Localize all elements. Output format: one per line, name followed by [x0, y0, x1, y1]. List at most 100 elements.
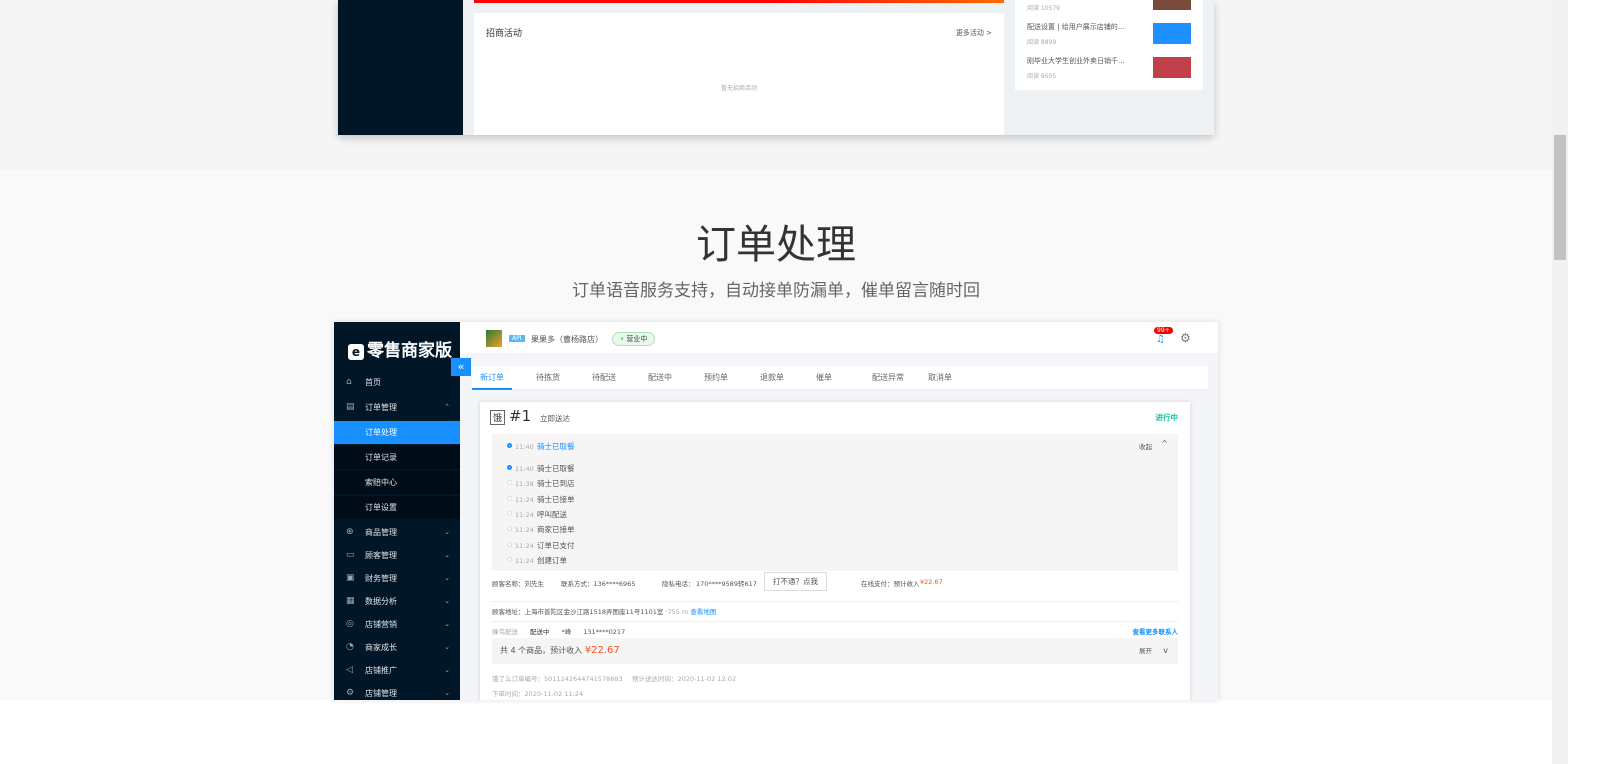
sidebar-item-label: 订单设置: [365, 503, 397, 512]
notification-count: 99+: [1154, 327, 1173, 334]
sidebar-item[interactable]: ▤ 订单管理 ⌃: [334, 396, 460, 419]
tab[interactable]: 新订单: [472, 366, 512, 390]
store-name[interactable]: 果果多（曹杨路店）: [531, 334, 603, 345]
sidebar-item[interactable]: ◁ 店铺推广 ⌄: [334, 659, 460, 682]
tab[interactable]: 退款单: [760, 366, 784, 390]
order-id: 饿了么订单编号：5011242644741578883: [492, 675, 623, 683]
menu-icon: ▣: [346, 573, 355, 583]
sidebar-item[interactable]: ◔ 商家成长 ⌄: [334, 636, 460, 659]
store-status-badge[interactable]: • 营业中: [612, 332, 656, 346]
sidebar-item[interactable]: ▣ 财务管理 ⌄: [334, 567, 460, 590]
rider-phone: 131****0217: [583, 628, 626, 636]
sidebar-item-label: 首页: [365, 378, 381, 387]
sidebar-item-label: 商品管理: [365, 528, 397, 537]
tab[interactable]: 待拣货: [536, 366, 560, 390]
chevron-down-icon[interactable]: v: [1163, 638, 1168, 664]
tab[interactable]: 配送异常: [872, 366, 904, 390]
sidebar-item-label: 店铺推广: [365, 666, 397, 675]
menu-icon: ◁: [346, 665, 353, 675]
order-tabs: 新订单 待拣货 待配送 配送中 预约单 退款单 催单 配送异常 取消单: [472, 366, 1208, 390]
view-map-link[interactable]: 查看地图: [690, 608, 716, 616]
sidebar-item[interactable]: ⚙ 店铺管理 ⌄: [334, 682, 460, 700]
empty-text: 暂无招商活动: [720, 85, 757, 92]
timeline-entry: 11:24 订单已支付: [507, 540, 575, 551]
sidebar-item[interactable]: ⌂ 首页: [334, 371, 460, 394]
sidebar-item[interactable]: 订单设置: [334, 496, 460, 519]
call-help-button[interactable]: 打不通？点我: [764, 572, 827, 591]
timeline-text: 骑士已接单: [537, 494, 575, 504]
menu-icon: ◔: [346, 642, 354, 652]
app-logo: e 零售商家版: [348, 336, 452, 361]
article-title[interactable]: 配送设置 | 给用户展示店铺的...: [1027, 22, 1124, 32]
chevron-up-icon[interactable]: ^: [1161, 439, 1168, 448]
timeline-time: 11:40: [515, 443, 534, 451]
chevron-icon: ⌄: [444, 574, 450, 582]
more-campaigns-link[interactable]: 更多活动 >: [956, 28, 992, 38]
bell-icon[interactable]: ♫: [1156, 334, 1165, 345]
article-reads: 阅读 8899: [1027, 39, 1057, 46]
customer-name: 顾客名称：刘先生: [492, 580, 544, 588]
chevron-icon: ⌄: [444, 643, 450, 651]
campaign-card: 招商活动 更多活动 > 暂无招商活动: [474, 13, 1004, 135]
timeline-text: 呼叫配送: [537, 509, 567, 519]
more-contacts-link[interactable]: 查看更多联系人: [1133, 626, 1179, 636]
timeline-entry: 11:24 创建订单: [507, 555, 567, 566]
payment-label: 在线支付：预计收入: [861, 580, 920, 588]
privacy-phone: 170****9589转617: [696, 580, 757, 588]
sidebar-item[interactable]: ◎ 店铺营销 ⌄: [334, 613, 460, 636]
sidebar-item-label: 店铺管理: [365, 689, 397, 698]
dashboard-screenshot: 招商活动 更多活动 > 暂无招商活动 阅读 10579 配送设置 | 给用户展示…: [338, 0, 1214, 135]
collapse-sidebar-button[interactable]: «: [451, 358, 471, 376]
order-number: #1: [509, 407, 532, 425]
scrollbar-thumb[interactable]: [1554, 135, 1566, 260]
sidebar-item-label: 订单处理: [365, 428, 397, 437]
privacy-phone-label: 隐私电话：: [662, 580, 695, 588]
tab[interactable]: 催单: [816, 366, 832, 390]
sidebar-item[interactable]: ⊕ 商品管理 ⌄: [334, 521, 460, 544]
chevron-icon: ⌄: [444, 620, 450, 628]
order-state: 进行中: [1155, 413, 1179, 422]
menu-icon: ▤: [346, 402, 355, 412]
timeline-time: 11:24: [515, 495, 534, 504]
sidebar-item-label: 订单记录: [365, 453, 397, 462]
customer-address: 顾客地址：上海市普陀区金沙江路1518弄图座11号1101室: [492, 608, 664, 616]
timeline-time: 11:40: [515, 465, 534, 473]
menu-icon: ⚙: [346, 688, 355, 698]
store-avatar: [486, 330, 502, 347]
article-title[interactable]: 刚毕业大学生创业外卖日销千...: [1027, 56, 1125, 66]
items-summary[interactable]: 共 4 个商品，预计收入 ¥22.67 展开 v: [492, 638, 1178, 664]
sidebar: [338, 0, 463, 135]
timeline-text: 商家已接单: [537, 525, 575, 535]
eta: 预计送达时间：2020-11-02 12:02: [632, 675, 737, 683]
campaign-title: 招商活动: [486, 29, 523, 39]
sidebar-item[interactable]: ▦ 数据分析 ⌄: [334, 590, 460, 613]
sidebar-item[interactable]: 订单处理: [334, 421, 460, 444]
sidebar-item-label: 数据分析: [365, 597, 397, 606]
scrollbar[interactable]: [1552, 0, 1568, 764]
tab[interactable]: 配送中: [648, 366, 672, 390]
expand-button[interactable]: 展开: [1139, 638, 1152, 664]
sidebar-item-label: 商家成长: [365, 643, 397, 652]
api-badge: API: [509, 335, 525, 342]
logo-icon: e: [348, 344, 364, 360]
previous-section: 招商活动 更多活动 > 暂无招商活动 阅读 10579 配送设置 | 给用户展示…: [0, 0, 1552, 170]
logo-text: 零售商家版: [367, 341, 452, 361]
tab[interactable]: 取消单: [928, 366, 952, 390]
gear-icon[interactable]: ⚙: [1180, 331, 1191, 345]
collapse-button[interactable]: 收起: [1139, 441, 1152, 451]
chevron-icon: ⌄: [444, 689, 450, 697]
sidebar-item[interactable]: 索赔中心: [334, 471, 460, 494]
article-list: 阅读 10579 配送设置 | 给用户展示店铺的... 阅读 8899 刚毕业大…: [1015, 0, 1203, 90]
section-subtitle: 订单语音服务支持，自动接单防漏单，催单留言随时回: [572, 281, 980, 301]
timeline-text: 订单已支付: [537, 540, 575, 550]
timeline-time: 11:24: [515, 541, 534, 550]
rider-name: *峰: [561, 628, 572, 636]
status-text: 营业中: [626, 335, 648, 343]
tab[interactable]: 待配送: [592, 366, 616, 390]
rider-company: 蜂鸟配送: [492, 628, 518, 636]
timeline-dot: [507, 495, 512, 501]
latest-status: 骑士已取餐: [537, 442, 575, 451]
tab[interactable]: 预约单: [704, 366, 728, 390]
sidebar-item[interactable]: ▭ 顾客管理 ⌄: [334, 544, 460, 567]
sidebar-item[interactable]: 订单记录: [334, 446, 460, 469]
